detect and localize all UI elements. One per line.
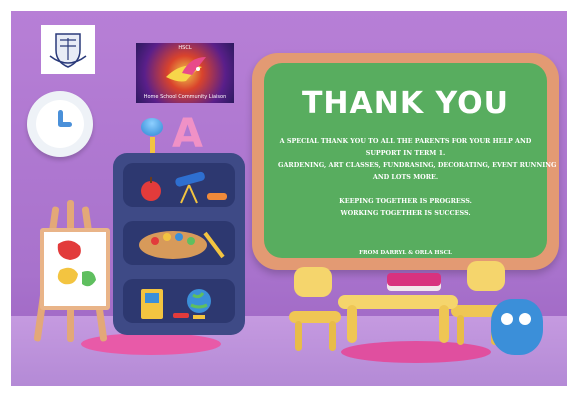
letter-a-toy-icon: A (172, 111, 203, 157)
board-line (278, 183, 533, 195)
paint-splotch-icon (57, 240, 96, 287)
crest-icon (49, 32, 87, 68)
board-message: A SPECIAL THANK YOU TO ALL THE PARENTS F… (278, 135, 557, 219)
easel (29, 200, 115, 346)
chair-leg (295, 321, 302, 351)
shelf-cubby-middle (123, 221, 235, 265)
school-crest-logo (41, 25, 95, 74)
shelf-cubby-top (123, 163, 235, 207)
board-line: AND LOTS MORE. (372, 173, 439, 181)
clock-minute-hand (58, 122, 72, 127)
chair-leg (457, 315, 464, 345)
chair-back-left (294, 267, 332, 297)
chalkboard: THANK YOU A SPECIAL THANK YOU TO ALL THE… (252, 53, 559, 270)
board-line: SUPPORT IN TERM 1. (365, 149, 446, 157)
chair-back-right (467, 261, 505, 291)
hscl-logo-bottom-text: Home School Community Liaison (143, 94, 227, 100)
shelf-cubby-bottom (123, 279, 235, 323)
apple-telescope-icon (141, 171, 227, 204)
rug-right (341, 341, 491, 363)
table-leg (347, 305, 357, 343)
board-line: KEEPING TOGETHER IS PROGRESS. (339, 197, 472, 205)
globe-book-icon (141, 289, 211, 319)
lamp-icon (141, 118, 163, 136)
blob-toy-icon (491, 299, 543, 355)
book-icon (387, 273, 441, 291)
lamp-stand (150, 137, 155, 153)
blob-eye (501, 313, 513, 325)
bookshelf (113, 153, 245, 335)
chalkboard-surface: THANK YOU A SPECIAL THANK YOU TO ALL THE… (264, 63, 557, 258)
board-signature: FROM DARRYL & ORLA HSCL (359, 250, 452, 256)
wall-clock (27, 91, 93, 157)
blob-eye (519, 313, 531, 325)
board-line: WORKING TOGETHER IS SUCCESS. (340, 209, 471, 217)
easel-canvas (40, 228, 110, 310)
hscl-logo-top-text: HSCL (178, 45, 192, 51)
board-line: A SPECIAL THANK YOU TO ALL THE PARENTS F… (279, 137, 532, 145)
board-line: GARDENING, ART CLASSES, FUNDRASING, DECO… (278, 161, 557, 169)
hscl-logo: HSCL Home School Community Liaison (136, 43, 234, 103)
board-title: THANK YOU (301, 86, 510, 121)
paint-palette-icon (139, 231, 225, 259)
chair-leg (329, 321, 336, 351)
clock-face (36, 100, 84, 148)
classroom-scene: HSCL Home School Community Liaison THANK… (11, 11, 567, 386)
table-leg (439, 305, 449, 343)
